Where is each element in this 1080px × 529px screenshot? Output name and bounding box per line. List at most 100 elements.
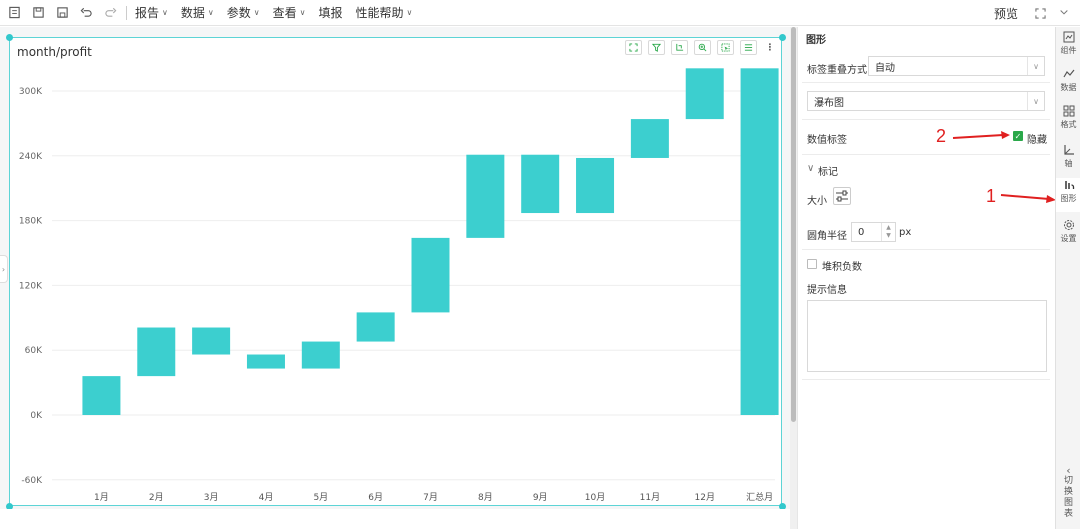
y-tick-label: 240K (19, 152, 43, 162)
tab-axis[interactable]: 轴 (1056, 143, 1080, 177)
divider (802, 379, 1050, 380)
divider (802, 82, 1050, 83)
waterfall-chart: 300K 240K 180K 120K 60K 0K -60K 1月 2月 3月 4月 5月 6月 7月 8… (19, 68, 779, 503)
size-label: 大小 (807, 196, 827, 207)
annotation-number-1: 1 (986, 186, 997, 206)
y-tick-label: 180K (19, 217, 43, 227)
tooltip-textarea[interactable] (807, 300, 1047, 372)
save-as-icon[interactable] (52, 3, 72, 23)
settings-icon (1062, 218, 1076, 232)
menu-view[interactable]: 查看 ∨ (273, 4, 306, 21)
x-tick-label: 10月 (585, 492, 605, 503)
report-canvas: › month/profit ⋮ 300K 240K 180K 120K 60K 0K -6… (0, 27, 790, 529)
save-icon[interactable] (28, 3, 48, 23)
switch-chart-button[interactable]: ‹ 切 换 图 表 (1056, 465, 1080, 520)
x-tick-label: 6月 (368, 492, 383, 503)
overlap-mode-select[interactable]: 自动 ∨ (868, 56, 1045, 76)
redo-icon[interactable] (100, 3, 120, 23)
fullscreen-icon[interactable] (1032, 5, 1048, 21)
format-icon (1062, 104, 1076, 118)
y-tick-label: 120K (19, 281, 43, 291)
waterfall-bar (740, 68, 779, 415)
annotation-number-2: 2 (936, 126, 947, 146)
canvas-scrollbar[interactable] (790, 27, 797, 529)
chevron-down-icon: ∨ (406, 8, 413, 17)
x-tick-label: 11月 (640, 492, 660, 503)
waterfall-bar (356, 312, 395, 342)
waterfall-bar (466, 154, 505, 238)
menu-data[interactable]: 数据 ∨ (181, 4, 214, 21)
hide-value-label-checkbox[interactable]: ✓ (1013, 131, 1023, 141)
value-label-label: 数值标签 (807, 135, 847, 146)
mark-section-label: 标记 (818, 167, 838, 178)
waterfall-bar (411, 237, 450, 313)
waterfall-bar (521, 154, 560, 214)
waterfall-bar (301, 341, 340, 369)
data-icon (1062, 67, 1076, 81)
x-tick-label: 2月 (149, 492, 164, 503)
x-tick-label: 5月 (313, 492, 328, 503)
chevron-down-icon: ∨ (1027, 92, 1044, 110)
collapse-chevron-icon[interactable] (1056, 5, 1072, 21)
stack-negative-label: 堆积负数 (822, 262, 862, 273)
new-file-icon[interactable] (4, 3, 24, 23)
canvas-bottom-strip (0, 509, 790, 529)
chart-widget[interactable]: month/profit ⋮ 300K 240K 180K 120K 60K 0K -60K… (9, 37, 782, 506)
y-tick-label: 0K (30, 411, 43, 421)
chevron-left-icon: ‹ (1066, 464, 1071, 477)
undo-icon[interactable] (76, 3, 96, 23)
chevron-down-icon: ∨ (1027, 57, 1044, 75)
corner-radius-label: 圆角半径 (807, 231, 847, 242)
divider (802, 119, 1050, 120)
preview-button[interactable]: 预览 (994, 5, 1018, 22)
scrollbar-thumb[interactable] (791, 27, 796, 422)
divider (802, 249, 1050, 250)
chart-type-select[interactable]: 瀑布图 ∨ (807, 91, 1045, 111)
axis-icon (1062, 143, 1076, 157)
waterfall-bar (685, 68, 724, 120)
x-tick-label: 1月 (94, 492, 109, 503)
tab-shape[interactable]: 图形 (1056, 178, 1080, 212)
chevron-down-icon: ∨ (207, 8, 214, 17)
hide-label: 隐藏 (1027, 135, 1047, 146)
chevron-down-icon: ∨ (162, 8, 168, 17)
menu-fill[interactable]: 填报 (319, 4, 343, 21)
waterfall-bar (246, 354, 285, 369)
panel-section-title: 图形 (806, 35, 826, 46)
chevron-down-icon: ∨ (299, 8, 306, 17)
x-tick-label: 12月 (695, 492, 715, 503)
menu-report[interactable]: 报告 ∨ (135, 4, 168, 21)
menu-performance-help[interactable]: 性能帮助 ∨ (356, 4, 413, 21)
size-slider-icon[interactable] (833, 187, 851, 205)
y-tick-label: 300K (19, 87, 43, 97)
resize-handle[interactable] (6, 34, 13, 41)
tab-data[interactable]: 数据 (1056, 67, 1080, 101)
menu-params[interactable]: 参数 ∨ (227, 4, 260, 21)
stepper-arrows-icon[interactable]: ▲ ▼ (881, 223, 895, 241)
tab-format[interactable]: 格式 (1056, 104, 1080, 138)
x-tick-label: 7月 (423, 492, 438, 503)
property-panel: 图形 标签重叠方式 自动 ∨ 瀑布图 ∨ 数值标签 ✓ 隐藏 ∨ 标记 大小 圆… (797, 27, 1056, 529)
component-icon (1062, 30, 1076, 44)
tab-component[interactable]: 组件 (1056, 30, 1080, 64)
vertical-tab-bar: 组件 数据 格式 轴 图形 设置 ‹ 切 换 图 表 (1055, 27, 1080, 529)
corner-radius-input[interactable]: 0 ▲ ▼ (851, 222, 896, 242)
chevron-down-icon: ∨ (253, 8, 260, 17)
y-tick-label: -60K (21, 476, 43, 486)
divider (802, 154, 1050, 155)
stack-negative-checkbox[interactable] (807, 259, 817, 269)
y-tick-label: 60K (25, 346, 43, 356)
x-tick-label: 8月 (478, 492, 493, 503)
tooltip-label: 提示信息 (807, 285, 847, 296)
x-tick-label: 4月 (259, 492, 274, 503)
x-tick-label: 9月 (533, 492, 548, 503)
resize-handle[interactable] (779, 34, 786, 41)
waterfall-bar (137, 327, 176, 377)
waterfall-bar (192, 327, 231, 355)
expand-left-handle[interactable]: › (0, 255, 8, 283)
collapse-chevron-icon[interactable]: ∨ (807, 163, 814, 174)
shape-icon (1062, 178, 1076, 192)
x-tick-label: 3月 (204, 492, 219, 503)
tab-settings[interactable]: 设置 (1056, 218, 1080, 252)
x-tick-label: 汇总月 (746, 491, 773, 503)
